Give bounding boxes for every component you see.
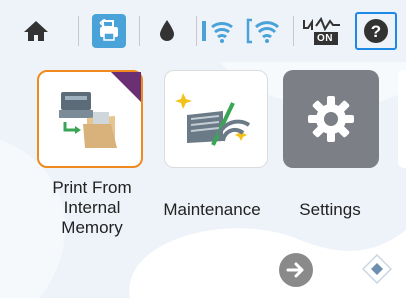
wifi-button[interactable] [244, 14, 284, 48]
ink-level-button[interactable] [150, 14, 184, 48]
home-button[interactable] [14, 14, 58, 48]
eco-mode-status: ON [317, 33, 333, 44]
printer-home-screen: ON ? Print From Internal Memory Maintena… [0, 0, 406, 298]
diamond-nav-icon[interactable] [362, 254, 392, 284]
eco-mode-button[interactable]: ON [300, 14, 344, 48]
wifi-direct-icon [202, 21, 233, 43]
status-bar: ON ? [0, 0, 406, 62]
settings-tile[interactable] [283, 70, 379, 168]
print-from-memory-tile[interactable] [37, 70, 143, 168]
ink-drop-icon [160, 20, 174, 41]
arrow-right-icon [286, 262, 304, 278]
svg-text:?: ? [371, 22, 381, 41]
printer-settings-icon [99, 19, 118, 41]
help-icon: ? [364, 19, 388, 43]
maintenance-tile[interactable] [164, 70, 268, 168]
print-from-memory-label: Print From Internal Memory [32, 178, 152, 238]
settings-label: Settings [299, 200, 361, 219]
gear-icon [308, 96, 354, 142]
wifi-icon [246, 18, 280, 44]
help-button[interactable]: ? [355, 12, 397, 50]
label-line: Print From Internal Memory [52, 178, 132, 237]
next-page-button[interactable] [279, 253, 313, 287]
home-icon [24, 21, 48, 41]
wifi-direct-button[interactable] [198, 14, 236, 48]
maintenance-icon [175, 93, 251, 146]
printer-settings-button[interactable] [92, 14, 126, 48]
maintenance-label: Maintenance [163, 200, 261, 219]
next-page-tile-edge [398, 70, 406, 168]
print-from-memory-icon [59, 92, 117, 148]
